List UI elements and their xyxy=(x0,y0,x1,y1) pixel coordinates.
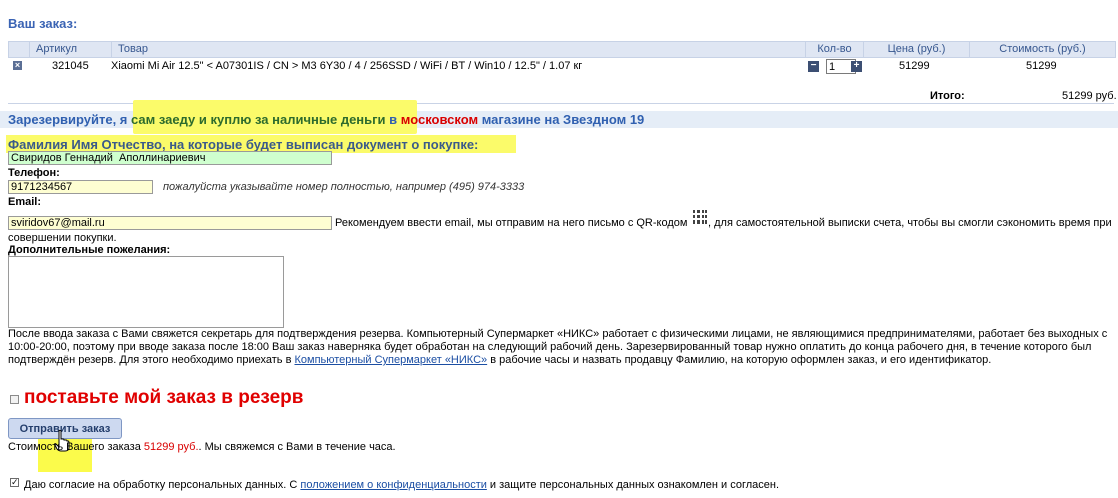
banner-highlight: сам заеду и куплю за наличные деньги xyxy=(131,112,386,127)
reserve-label: поставьте мой заказ в резерв xyxy=(24,387,304,408)
email-hint-c: совершении покупки. xyxy=(8,232,117,244)
store-link[interactable]: Компьютерный Супермаркет «НИКС» xyxy=(294,354,487,366)
fio-label: Фамилия Имя Отчество, на которые будет в… xyxy=(8,137,479,152)
total-value: 51299 руб. xyxy=(1062,90,1117,102)
total-label: Итого: xyxy=(930,90,965,102)
phone-input[interactable] xyxy=(8,180,153,194)
increase-qty-button[interactable]: + xyxy=(851,61,862,72)
qr-code-icon xyxy=(691,208,707,224)
price-cell: 51299 xyxy=(899,60,930,72)
email-hint-a: Рекомендуем ввести email, мы отправим на… xyxy=(335,217,688,229)
fio-input[interactable] xyxy=(8,151,332,165)
notes-label: Дополнительные пожелания: xyxy=(8,244,171,256)
header-qty: Кол-во xyxy=(805,41,864,58)
sku-cell: 321045 xyxy=(52,60,89,72)
email-label: Email: xyxy=(8,196,42,208)
banner-city: московском xyxy=(400,112,479,127)
remove-item-icon[interactable]: × xyxy=(13,61,22,70)
header-cost: Стоимость (руб.) xyxy=(969,41,1116,58)
order-title: Ваш заказ: xyxy=(8,16,78,31)
consent-text: Даю согласие на обработку персональных д… xyxy=(24,479,780,491)
product-cell: Xiaomi Mi Air 12.5" < A07301IS / CN > M3… xyxy=(111,60,583,72)
reserve-checkbox[interactable] xyxy=(10,395,19,404)
price-note: Стоимость Вашего заказа 51299 руб.. Мы с… xyxy=(8,441,396,453)
reserve-banner: Зарезервируйте, я сам заеду и куплю за н… xyxy=(8,112,645,127)
price-amount: 51299 руб. xyxy=(143,441,199,453)
header-price: Цена (руб.) xyxy=(863,41,970,58)
header-sku: Артикул xyxy=(29,41,112,58)
phone-hint: пожалуйста указывайте номер полностью, н… xyxy=(163,181,525,193)
email-hint-b: , для самостоятельной выписки счета, что… xyxy=(708,217,1112,229)
info-paragraph: После ввода заказа с Вами свяжется секре… xyxy=(8,328,1108,366)
email-input[interactable] xyxy=(8,216,332,230)
privacy-link[interactable]: положением о конфиденциальности xyxy=(300,479,487,491)
header-product: Товар xyxy=(111,41,806,58)
consent-checkbox[interactable]: ✓ xyxy=(10,478,19,487)
phone-label: Телефон: xyxy=(8,167,60,179)
cost-cell: 51299 xyxy=(1026,60,1057,72)
notes-textarea[interactable] xyxy=(8,256,284,328)
header-blank xyxy=(8,41,30,58)
order-table-header: Артикул Товар Кол-во Цена (руб.) Стоимос… xyxy=(8,41,1116,58)
table-row: × 321045 Xiaomi Mi Air 12.5" < A07301IS … xyxy=(8,58,1114,75)
decrease-qty-button[interactable]: − xyxy=(808,61,819,72)
